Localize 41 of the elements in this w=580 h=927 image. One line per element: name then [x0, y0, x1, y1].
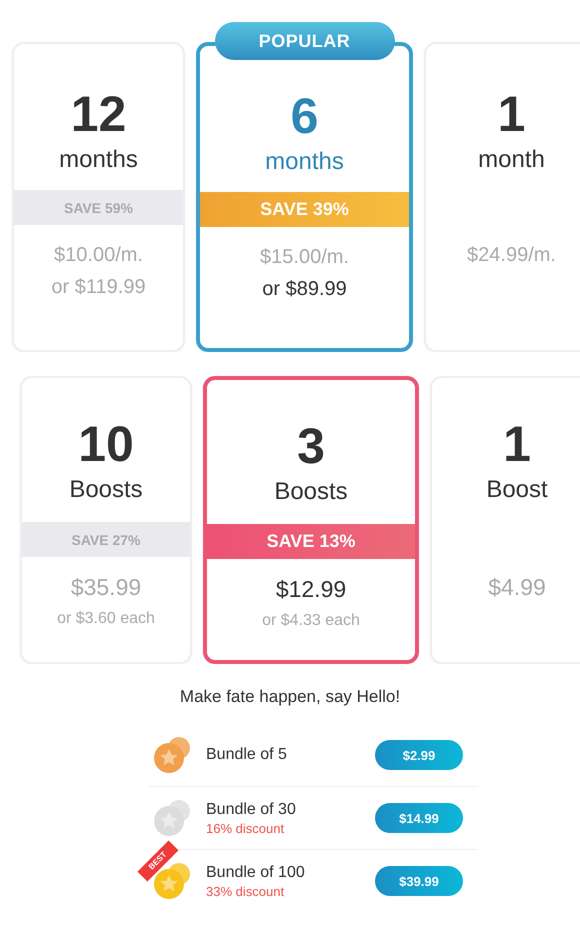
plan-card[interactable]: 1 Boost $4.99 — [430, 376, 580, 664]
coin-icon — [152, 735, 192, 775]
plan-unit: Boost — [486, 475, 548, 505]
plan-number: 12 — [70, 88, 126, 140]
plan-unit: Boosts — [69, 475, 143, 505]
plan-unit: month — [478, 145, 545, 175]
plan-card[interactable]: POPULAR 6 months SAVE 39% $15.00/m. or $89.99 — [196, 22, 413, 352]
plan-total: or $89.99 — [262, 277, 347, 302]
plan-price: $24.99/m. — [467, 243, 556, 268]
coin-icon — [152, 798, 192, 838]
save-banner: SAVE 39% — [200, 192, 409, 227]
bundle-name: Bundle of 100 — [206, 862, 306, 882]
save-banner: SAVE 59% — [14, 190, 183, 225]
plan-price: $35.99 — [70, 573, 142, 602]
plan-card[interactable]: 3 Boosts SAVE 13% $12.99 or $4.33 each — [203, 376, 419, 664]
plan-unit: Boosts — [274, 477, 348, 507]
plan-number: 6 — [290, 90, 318, 142]
plan-card[interactable]: 10 Boosts SAVE 27% $35.99 or $3.60 each — [20, 376, 192, 664]
plan-total: or $119.99 — [51, 275, 146, 300]
plan-number: 1 — [498, 88, 526, 140]
save-banner: SAVE 13% — [207, 524, 415, 559]
plan-price: $15.00/m. — [260, 245, 349, 270]
discount-label: 16% discount — [206, 820, 286, 836]
bundle-name: Bundle of 30 — [206, 800, 297, 820]
plan-price: $12.99 — [276, 575, 346, 604]
promo-heading: Make fate happen, say Hello! — [178, 686, 402, 708]
plan-number: 10 — [78, 418, 134, 470]
discount-label: 33% discount — [206, 882, 286, 900]
popular-badge: POPULAR — [214, 22, 394, 60]
plan-total: or $4.33 each — [262, 611, 360, 631]
plan-card[interactable]: 12 months SAVE 59% $10.00/m. or $119.99 — [12, 42, 185, 352]
plan-card[interactable]: 1 month $24.99/m. — [424, 42, 580, 352]
plan-total: or $3.60 each — [57, 609, 155, 629]
plan-number: 3 — [297, 420, 325, 472]
plan-price: $10.00/m. — [54, 243, 143, 268]
plan-price: $4.99 — [488, 573, 546, 602]
plan-unit: months — [59, 145, 138, 175]
plan-number: 1 — [503, 418, 531, 470]
bundle-name: Bundle of 5 — [206, 745, 288, 765]
plan-unit: months — [265, 147, 344, 177]
save-banner: SAVE 27% — [22, 522, 190, 557]
